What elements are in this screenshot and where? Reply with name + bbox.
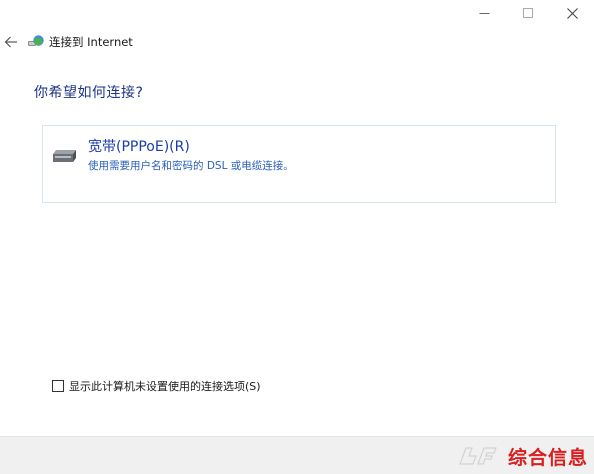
page-heading: 你希望如何连接?: [34, 85, 144, 101]
watermark-text: 综合信息: [507, 446, 588, 469]
broadband-pppoe-option[interactable]: 宽带(PPPoE)(R) 使用需要用户名和密码的 DSL 或电缆连接。: [42, 125, 556, 203]
option-description: 使用需要用户名和密码的 DSL 或电缆连接。: [88, 160, 294, 172]
broadband-modem-icon: [53, 150, 76, 162]
network-globe-icon: [27, 33, 45, 51]
watermark-logo-icon: [459, 447, 497, 465]
navigation-bar: 连接到 Internet: [0, 30, 133, 54]
show-unconfigured-options-checkbox[interactable]: [52, 380, 64, 392]
back-button[interactable]: [0, 30, 24, 54]
close-button[interactable]: [550, 0, 594, 26]
connect-to-internet-window: 连接到 Internet 你希望如何连接? 宽带(PPPoE)(R) 使用需要用…: [0, 0, 594, 474]
watermark: 综合信息: [454, 442, 588, 470]
bottom-bar: 综合信息: [0, 436, 594, 474]
minimize-icon: [479, 12, 489, 14]
maximize-button[interactable]: [506, 0, 550, 26]
option-title: 宽带(PPPoE)(R): [88, 139, 190, 155]
back-arrow-icon: [4, 36, 17, 48]
window-title: 连接到 Internet: [49, 35, 133, 49]
close-icon: [566, 7, 578, 19]
maximize-icon: [522, 7, 533, 18]
show-unconfigured-options-row[interactable]: 显示此计算机未设置使用的连接选项(S): [52, 378, 261, 394]
window-controls: [462, 0, 594, 26]
checkbox-label: 显示此计算机未设置使用的连接选项(S): [69, 380, 261, 393]
minimize-button[interactable]: [462, 0, 506, 26]
